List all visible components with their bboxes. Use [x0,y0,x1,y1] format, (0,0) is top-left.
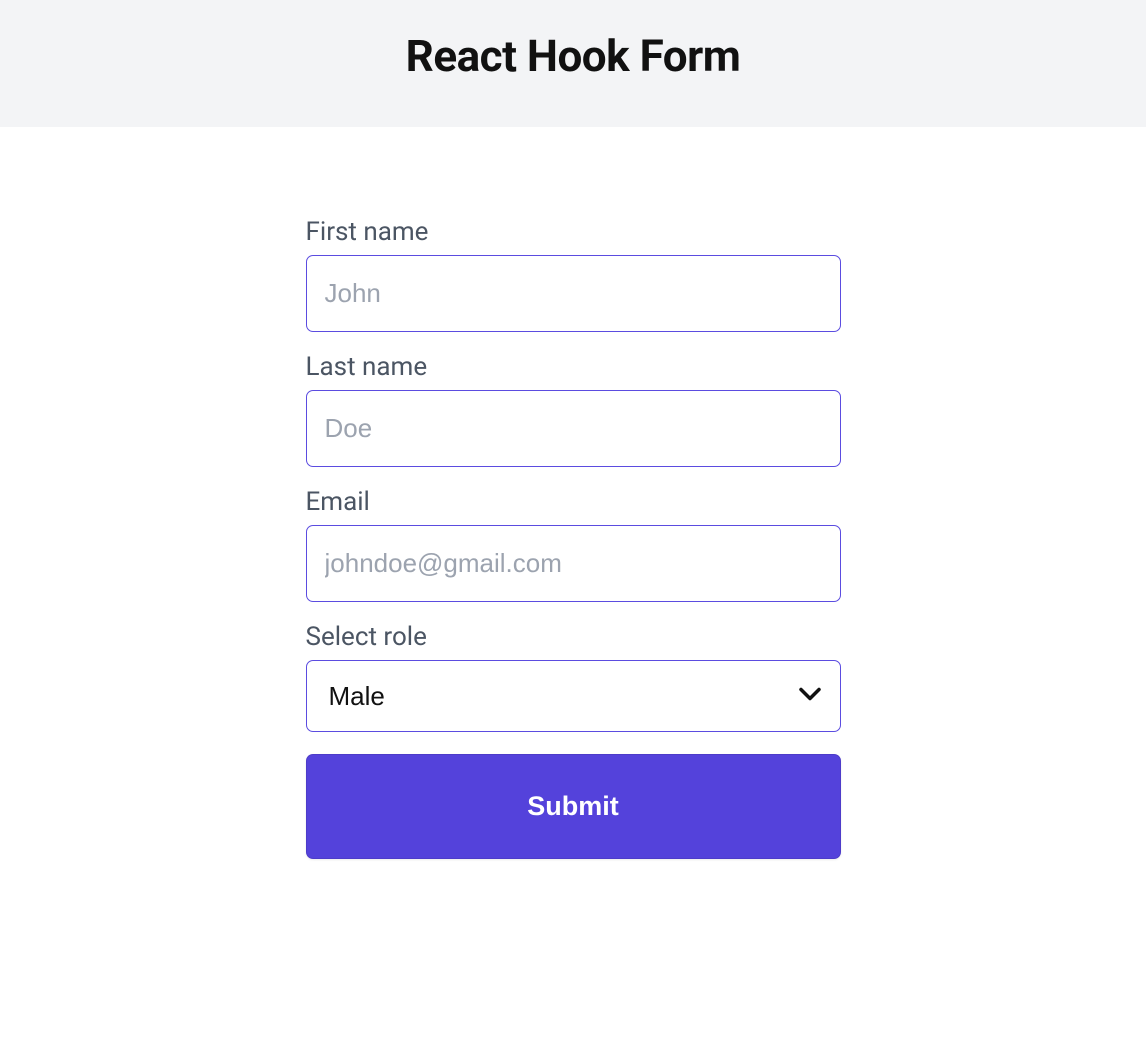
role-select[interactable]: Male [306,660,841,732]
last-name-input[interactable] [306,390,841,467]
page-title: React Hook Form [0,30,1146,82]
submit-button[interactable]: Submit [306,754,841,859]
first-name-field: First name [306,217,841,332]
main-form: First name Last name Email Select role M… [286,217,861,859]
page-header: React Hook Form [0,0,1146,127]
role-label: Select role [306,622,841,652]
last-name-field: Last name [306,352,841,467]
role-select-wrapper: Male [306,660,841,732]
first-name-input[interactable] [306,255,841,332]
first-name-label: First name [306,217,841,247]
email-input[interactable] [306,525,841,602]
email-label: Email [306,487,841,517]
role-field: Select role Male [306,622,841,732]
last-name-label: Last name [306,352,841,382]
email-field: Email [306,487,841,602]
